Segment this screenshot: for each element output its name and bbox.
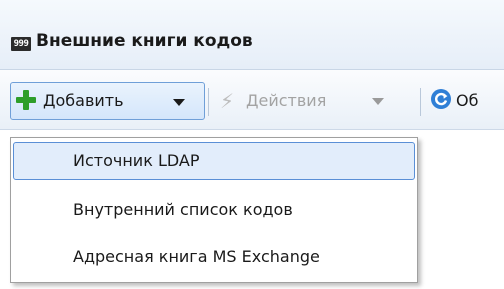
plus-icon bbox=[16, 90, 36, 110]
add-button-label: Добавить bbox=[43, 91, 124, 110]
menu-item-ldap-source[interactable]: Источник LDAP bbox=[13, 142, 415, 180]
add-button[interactable]: Добавить bbox=[10, 82, 205, 120]
refresh-button[interactable]: Об bbox=[456, 91, 478, 110]
menu-item-internal-code-list[interactable]: Внутренний список кодов bbox=[13, 191, 415, 229]
menu-item-label: Источник LDAP bbox=[73, 151, 200, 170]
add-dropdown-menu: Источник LDAP Внутренний список кодов Ад… bbox=[10, 137, 418, 283]
menu-item-label: Адресная книга MS Exchange bbox=[73, 247, 320, 266]
menu-item-ms-exchange-address-book[interactable]: Адресная книга MS Exchange bbox=[13, 238, 415, 276]
lightning-icon: ⚡︎ bbox=[220, 89, 235, 113]
title-bar: 999 Внешние книги кодов bbox=[0, 0, 504, 70]
codebook-icon: 999 bbox=[11, 37, 31, 51]
refresh-icon[interactable] bbox=[430, 88, 452, 110]
toolbar-separator-2 bbox=[420, 88, 421, 116]
chevron-down-icon bbox=[173, 99, 185, 106]
actions-chevron-down-icon bbox=[372, 98, 384, 105]
actions-button[interactable]: Действия bbox=[246, 91, 326, 110]
page-title: Внешние книги кодов bbox=[36, 31, 253, 51]
toolbar-separator bbox=[208, 88, 209, 116]
menu-item-label: Внутренний список кодов bbox=[73, 200, 293, 219]
